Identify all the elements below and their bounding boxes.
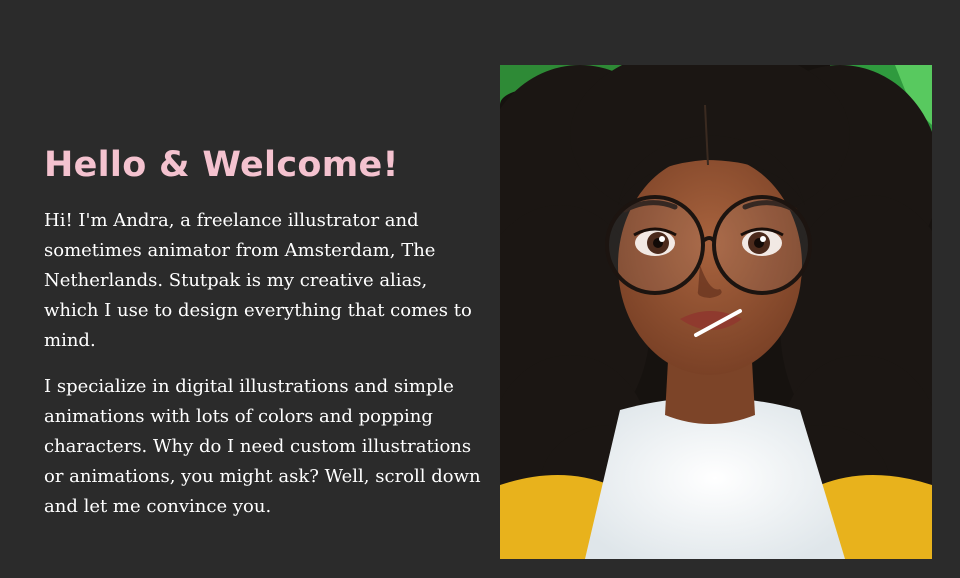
intro-paragraph: Hi! I'm Andra, a freelance illustrator a… bbox=[44, 210, 472, 351]
welcome-heading: Hello & Welcome! bbox=[44, 145, 399, 185]
services-paragraph: I specialize in digital illustrations an… bbox=[44, 376, 481, 517]
intro-section: Hello & Welcome! Hi! I'm Andra, a freela… bbox=[44, 140, 484, 538]
illustration-portrait bbox=[500, 65, 932, 559]
